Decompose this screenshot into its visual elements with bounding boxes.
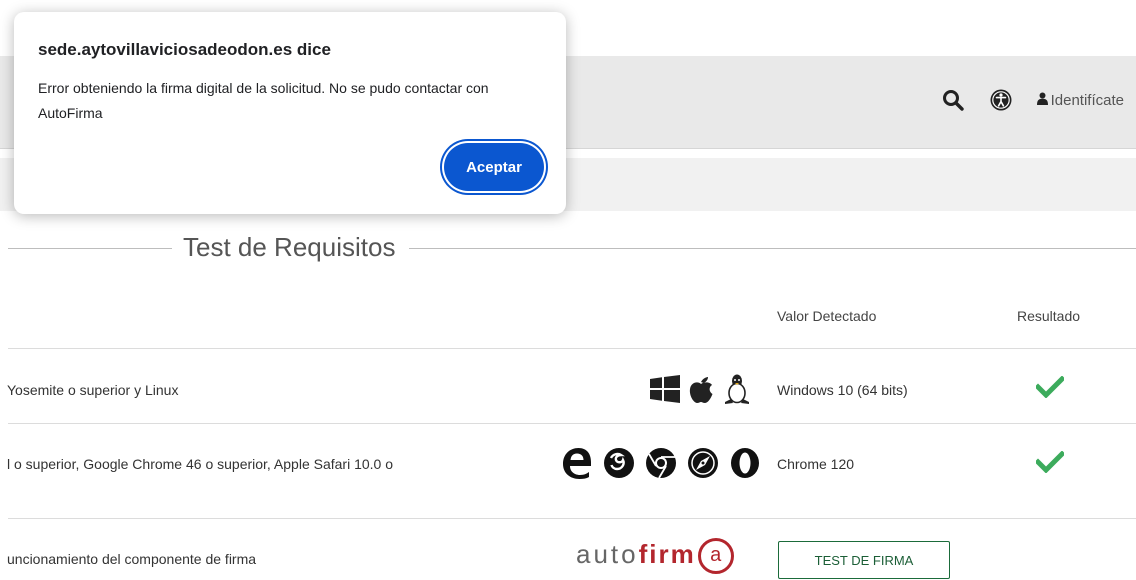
divider: [8, 248, 172, 249]
requirement-signature: uncionamiento del componente de firma: [7, 551, 257, 567]
divider: [409, 248, 1136, 249]
autofirma-logo-light: auto: [576, 538, 639, 569]
opera-icon: [728, 446, 762, 480]
accessibility-icon[interactable]: [989, 88, 1013, 112]
chrome-icon: [644, 446, 678, 480]
alert-dialog: sede.aytovillaviciosadeodon.es dice Erro…: [14, 12, 566, 214]
column-header-detected: Valor Detectado: [777, 308, 877, 324]
edge-icon: [560, 446, 594, 480]
search-icon[interactable]: [941, 88, 965, 112]
check-icon: [1034, 375, 1066, 403]
requirement-os: Yosemite o superior y Linux: [7, 382, 179, 398]
check-icon: [1034, 450, 1066, 478]
user-icon: [1036, 92, 1048, 109]
signature-test-button[interactable]: TEST DE FIRMA: [778, 541, 950, 579]
apple-icon: [688, 374, 714, 404]
page-title: Test de Requisitos: [183, 232, 396, 262]
dialog-title: sede.aytovillaviciosadeodon.es dice: [38, 40, 331, 59]
divider: [8, 518, 1136, 519]
linux-icon: [722, 373, 752, 405]
os-icons: [642, 373, 752, 405]
safari-icon: [686, 446, 720, 480]
section-header: Test de Requisitos: [0, 228, 1136, 268]
login-label: Identifícate: [1050, 91, 1124, 109]
browser-icons: [552, 446, 762, 480]
login-link[interactable]: Identifícate: [1036, 91, 1124, 109]
accept-button[interactable]: Aceptar: [444, 143, 544, 191]
autofirma-logo-at: a: [697, 538, 734, 574]
column-header-result: Resultado: [1017, 308, 1081, 324]
header-actions: Identifícate: [941, 88, 1124, 112]
autofirma-logo: autofirm a: [576, 538, 734, 574]
dialog-message: Error obteniendo la firma digital de la …: [38, 80, 489, 121]
divider: [8, 423, 1136, 424]
detected-browser: Chrome 120: [777, 456, 855, 472]
windows-icon: [650, 375, 680, 403]
firefox-icon: [602, 446, 636, 480]
detected-os: Windows 10 (64 bits): [777, 382, 908, 398]
divider: [8, 348, 1136, 349]
requirement-browser: l o superior, Google Chrome 46 o superio…: [7, 456, 394, 472]
autofirma-logo-bold: firm: [638, 538, 696, 569]
